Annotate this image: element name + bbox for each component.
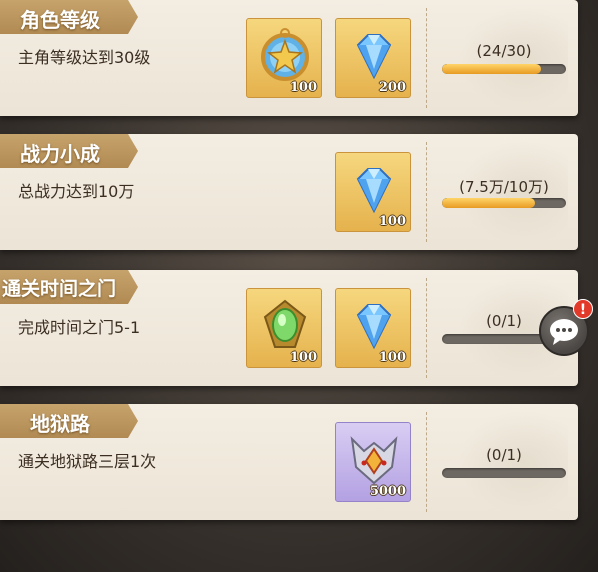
divider <box>426 8 427 108</box>
progress-text: (0/1) <box>486 446 522 464</box>
progress-text: (24/30) <box>476 42 532 60</box>
quest-tag-label: 战力小成 <box>20 142 100 166</box>
reward-quantity: 200 <box>378 80 406 95</box>
reward-item[interactable]: 100 <box>246 18 322 98</box>
progress-text: (7.5万/10万) <box>459 178 549 196</box>
quest-description: 总战力达到10万 <box>18 182 135 201</box>
divider <box>426 412 427 512</box>
quest-tag-label: 地狱路 <box>30 412 90 436</box>
quest-card-hell-road[interactable]: 地狱路 通关地狱路三层1次 5000 (0/1) <box>0 404 578 520</box>
quest-description: 主角等级达到30级 <box>18 48 151 67</box>
reward-item[interactable]: 100 <box>335 288 411 368</box>
progress-bar <box>442 198 566 208</box>
progress-bar <box>442 64 566 74</box>
quest-tag-label: 角色等级 <box>20 8 100 32</box>
reward-quantity: 100 <box>289 80 317 95</box>
diamond-icon <box>356 304 392 350</box>
quest-description: 完成时间之门5-1 <box>18 318 141 337</box>
progress-fill <box>442 64 542 74</box>
reward-item[interactable]: 100 <box>246 288 322 368</box>
reward-quantity: 100 <box>378 350 406 365</box>
reward-item[interactable]: 200 <box>335 18 411 98</box>
quest-card-level[interactable]: 角色等级 主角等级达到30级 100 200 (24/30) <box>0 0 578 116</box>
demon-mask-icon <box>350 436 398 485</box>
diamond-icon <box>356 34 392 80</box>
quest-description: 通关地狱路三层1次 <box>18 452 157 471</box>
diamond-icon <box>356 168 392 214</box>
reward-quantity: 5000 <box>369 484 406 499</box>
notification-badge: ! <box>573 299 593 319</box>
divider <box>426 142 427 242</box>
quest-card-power[interactable]: 战力小成 总战力达到10万 100 (7.5万/10万) <box>0 134 578 250</box>
reward-item[interactable]: 100 <box>335 152 411 232</box>
star-medal-icon <box>261 28 309 81</box>
reward-quantity: 100 <box>289 350 317 365</box>
green-crystal-icon <box>263 299 307 348</box>
reward-quantity: 100 <box>378 214 406 229</box>
quest-tag-label: 通关时间之门 <box>2 278 117 300</box>
divider <box>426 278 427 378</box>
progress-bar <box>442 468 566 478</box>
progress-fill <box>442 198 535 208</box>
quest-card-time-gate[interactable]: 通关时间之门 完成时间之门5-1 100 100 (0/1) <box>0 270 578 386</box>
reward-item[interactable]: 5000 <box>335 422 411 502</box>
